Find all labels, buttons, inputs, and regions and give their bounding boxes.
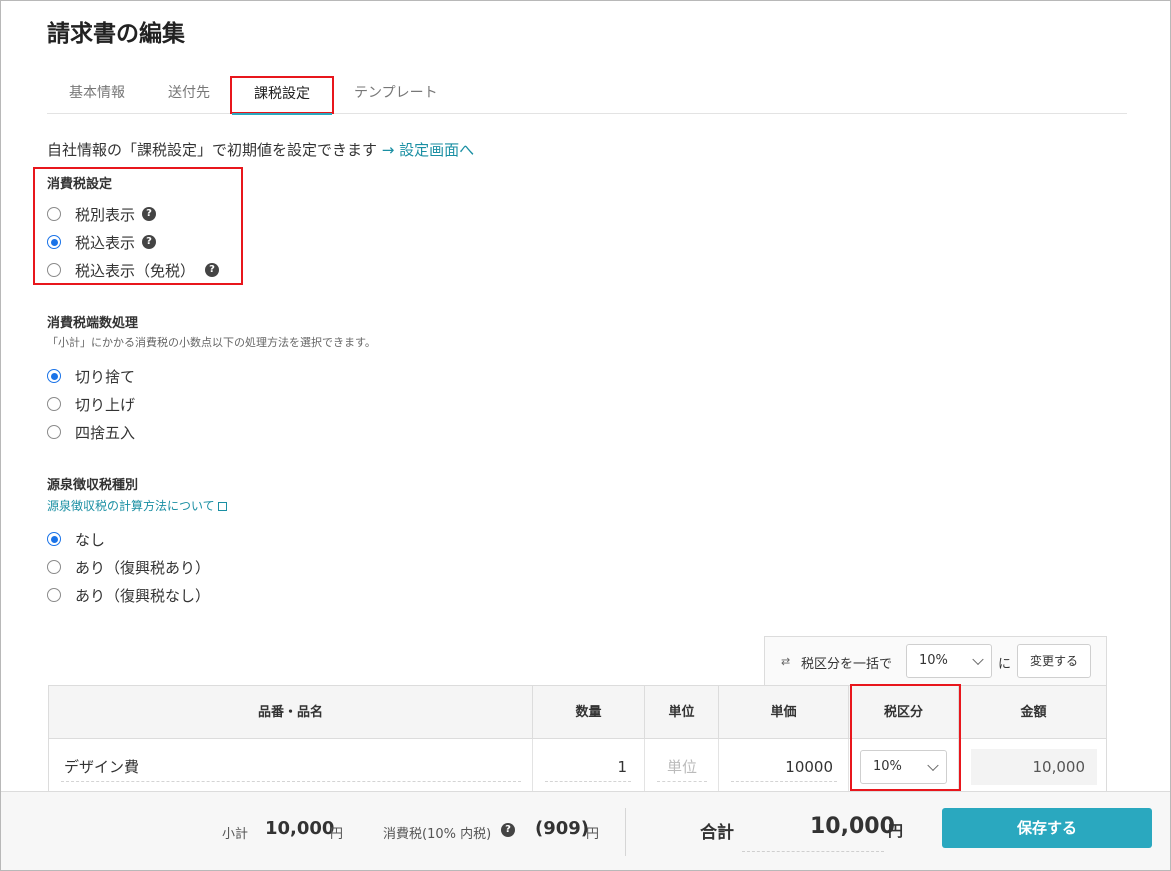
withholding-help-link[interactable]: 源泉徴収税の計算方法について bbox=[47, 497, 227, 514]
withholding-title: 源泉徴収税種別 bbox=[47, 478, 139, 493]
header-unit: 単位 bbox=[645, 686, 719, 739]
radio-button[interactable] bbox=[47, 588, 61, 602]
save-button[interactable]: 保存する bbox=[942, 808, 1152, 848]
item-name-input[interactable]: デザイン費 bbox=[61, 752, 521, 782]
total-underline bbox=[742, 851, 884, 852]
bulk-suffix: に bbox=[998, 657, 1012, 672]
unit-input[interactable]: 単位 bbox=[657, 752, 707, 782]
bulk-tax-select-value: 10% bbox=[919, 653, 948, 668]
header-amount: 金額 bbox=[1020, 705, 1047, 720]
radio-round-half[interactable]: 四捨五入 bbox=[47, 421, 135, 443]
footer-divider bbox=[625, 808, 626, 856]
header-quantity: 数量 bbox=[533, 686, 645, 739]
chevron-down-icon bbox=[972, 653, 984, 666]
radio-label: 四捨五入 bbox=[75, 423, 136, 442]
subtotal-value: 10,000 bbox=[265, 818, 335, 839]
radio-button[interactable] bbox=[47, 532, 61, 546]
tab-recipient[interactable]: 送付先 bbox=[168, 76, 210, 114]
tab-template[interactable]: テンプレート bbox=[354, 76, 438, 114]
radio-withholding-none[interactable]: なし bbox=[47, 528, 105, 550]
unit-price-input[interactable]: 10000 bbox=[731, 752, 837, 782]
radio-label: 切り捨て bbox=[75, 367, 136, 386]
header-item-name: 品番・品名 bbox=[49, 686, 533, 739]
radio-button[interactable] bbox=[47, 560, 61, 574]
cell-amount: 10,000 bbox=[959, 739, 1108, 799]
radio-label: 切り上げ bbox=[75, 395, 136, 414]
total-label: 合計 bbox=[700, 823, 734, 843]
highlight-tax-category bbox=[850, 684, 961, 791]
swap-icon: ⇄ bbox=[781, 655, 791, 668]
cell-item-name: デザイン費 bbox=[49, 739, 533, 799]
tax-value: (909) bbox=[535, 818, 590, 839]
radio-withholding-without-reconstruction[interactable]: あり（復興税なし） bbox=[47, 584, 210, 606]
tab-basic-info[interactable]: 基本情報 bbox=[69, 76, 125, 114]
bulk-tax-select[interactable]: 10% bbox=[906, 644, 992, 678]
cell-quantity: 1 bbox=[533, 739, 645, 799]
amount-value: 10,000 bbox=[971, 749, 1097, 785]
bulk-change-button[interactable]: 変更する bbox=[1017, 644, 1091, 678]
tab-tax-settings[interactable]: 課税設定 bbox=[230, 76, 334, 115]
intro-message: 自社情報の「課税設定」で初期値を設定できます bbox=[47, 141, 378, 159]
cell-unit: 単位 bbox=[645, 739, 719, 799]
radio-button[interactable] bbox=[47, 397, 61, 411]
bulk-tax-bar: ⇄ 税区分を一括で 10% に 変更する bbox=[764, 636, 1107, 686]
footer-bar: 小計 10,000 円 消費税(10% 内税) ? (909) 円 合計 10,… bbox=[0, 791, 1171, 871]
radio-label: あり（復興税なし） bbox=[75, 586, 211, 605]
tax-unit: 円 bbox=[586, 827, 600, 842]
withholding-link-text: 源泉徴収税の計算方法について bbox=[47, 499, 215, 513]
radio-button[interactable] bbox=[47, 425, 61, 439]
intro-text: 自社情報の「課税設定」で初期値を設定できます → 設定画面へ bbox=[47, 139, 474, 160]
total-unit: 円 bbox=[888, 822, 904, 840]
tax-label: 消費税(10% 内税) bbox=[383, 827, 492, 842]
help-icon[interactable]: ? bbox=[501, 823, 515, 837]
radio-round-down[interactable]: 切り捨て bbox=[47, 365, 135, 387]
settings-link[interactable]: → 設定画面へ bbox=[382, 141, 474, 159]
bulk-tax-label: 税区分を一括で bbox=[801, 657, 893, 672]
cell-unit-price: 10000 bbox=[719, 739, 849, 799]
header-unit-price: 単価 bbox=[719, 686, 849, 739]
subtotal-unit: 円 bbox=[330, 827, 344, 842]
radio-withholding-with-reconstruction[interactable]: あり（復興税あり） bbox=[47, 556, 210, 578]
page-title: 請求書の編集 bbox=[47, 21, 185, 47]
total-value: 10,000 bbox=[810, 814, 895, 839]
highlight-tax-display bbox=[33, 167, 243, 285]
external-link-icon bbox=[217, 502, 227, 511]
tab-bar: 基本情報 送付先 課税設定 テンプレート bbox=[47, 76, 1127, 115]
radio-button[interactable] bbox=[47, 369, 61, 383]
subtotal-label: 小計 bbox=[222, 827, 249, 842]
quantity-input[interactable]: 1 bbox=[545, 752, 631, 782]
rounding-hint: 「小計」にかかる消費税の小数点以下の処理方法を選択できます。 bbox=[47, 336, 376, 349]
radio-round-up[interactable]: 切り上げ bbox=[47, 393, 135, 415]
radio-label: あり（復興税あり） bbox=[75, 558, 211, 577]
radio-label: なし bbox=[75, 530, 106, 549]
rounding-title: 消費税端数処理 bbox=[47, 316, 139, 331]
